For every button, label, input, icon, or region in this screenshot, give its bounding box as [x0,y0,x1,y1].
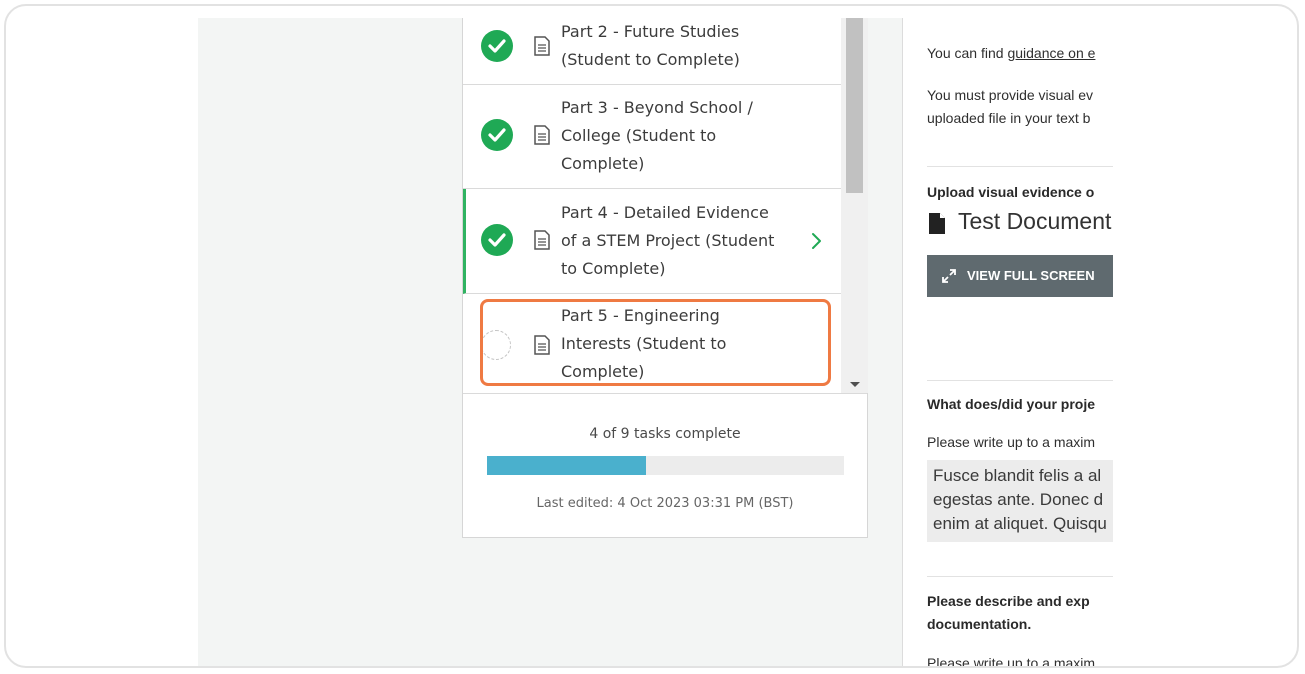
document-icon [534,125,550,145]
task-list-scrollbar[interactable] [841,18,868,393]
task-item-part-2[interactable]: Part 2 - Future Studies (Student to Comp… [463,18,841,85]
divider [463,393,867,394]
question-1-answer[interactable]: Fusce blandit felis a al egestas ante. D… [927,460,1113,542]
task-title: Part 3 - Beyond School / College (Studen… [561,98,753,173]
task-item-part-4[interactable]: Part 4 - Detailed Evidence of a STEM Pro… [463,189,841,294]
last-edited-text: Last edited: 4 Oct 2023 03:31 PM (BST) [536,496,794,511]
progress-text: 4 of 9 tasks complete [589,426,741,442]
complete-check-icon [481,119,513,151]
scrollbar-thumb[interactable] [846,18,863,193]
guidance-link[interactable]: guidance on e [1007,45,1095,61]
section-divider [927,166,1113,167]
selection-highlight [480,299,831,386]
task-title: Part 2 - Future Studies (Student to Comp… [561,22,740,69]
guidance-text: You can find guidance on e [927,45,1096,61]
task-item-part-3[interactable]: Part 3 - Beyond School / College (Studen… [463,85,841,189]
expand-icon [942,269,956,283]
scroll-down-arrow-icon[interactable] [850,382,860,387]
screenshot-frame: Part 2 - Future Studies (Student to Comp… [4,4,1299,668]
question-2-heading: Please describe and exp documentation. [927,593,1090,632]
question-2-hint: Please write up to a maxim [927,655,1096,668]
uploaded-document-title[interactable]: Test Document [958,208,1111,235]
question-1-hint: Please write up to a maxim [927,434,1096,450]
task-list[interactable]: Part 2 - Future Studies (Student to Comp… [463,18,841,393]
document-icon [534,36,550,56]
file-icon [929,213,945,234]
document-icon [534,230,550,250]
complete-check-icon [481,224,513,256]
task-list-panel: Part 2 - Future Studies (Student to Comp… [462,18,868,538]
visual-evidence-instructions: You must provide visual ev uploaded file… [927,87,1094,126]
upload-heading: Upload visual evidence o [927,184,1095,200]
progress-bar [487,456,844,475]
view-full-screen-button[interactable]: VIEW FULL SCREEN [927,255,1113,297]
section-divider [927,576,1113,577]
complete-check-icon [481,30,513,62]
progress-bar-fill [487,456,646,475]
section-divider [927,380,1113,381]
task-detail-pane: You can find guidance on e You must prov… [903,18,1113,668]
task-title: Part 4 - Detailed Evidence of a STEM Pro… [561,203,775,278]
chevron-right-icon [812,233,821,249]
question-1-heading: What does/did your proje [927,396,1096,412]
